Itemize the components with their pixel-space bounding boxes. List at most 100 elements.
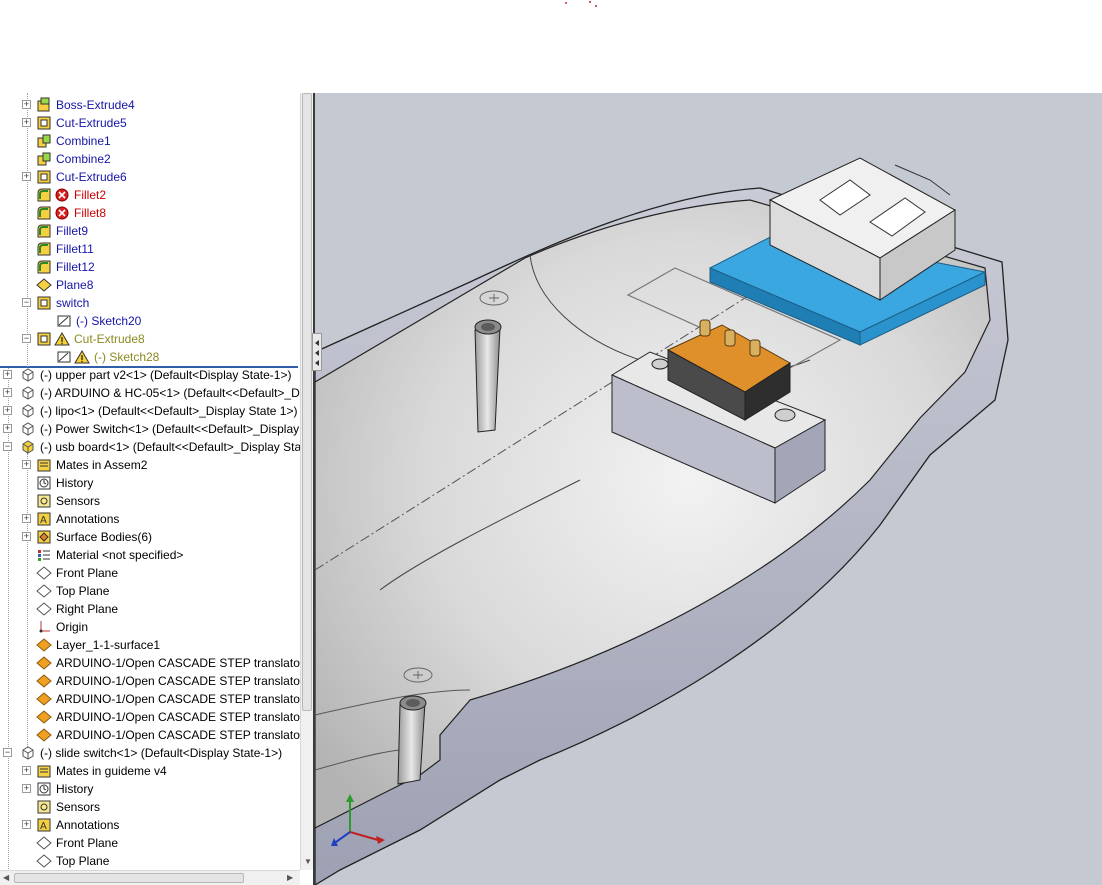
tree-row[interactable]: Sensors (0, 492, 300, 510)
horizontal-scrollbar[interactable]: ◀ ▶ (0, 870, 300, 885)
boss-extrude-icon (36, 97, 52, 113)
collapse-icon[interactable]: − (22, 298, 31, 307)
tree-row[interactable]: Fillet12 (0, 258, 300, 276)
ref-plane-icon (36, 853, 52, 869)
tree-row[interactable]: ARDUINO-1/Open CASCADE STEP translator 6 (0, 672, 300, 690)
expand-icon[interactable]: + (3, 406, 12, 415)
tree-row[interactable]: ARDUINO-1/Open CASCADE STEP translator 6 (0, 726, 300, 744)
collapse-icon[interactable]: − (3, 748, 12, 757)
tree-row[interactable]: ARDUINO-1/Open CASCADE STEP translator 6 (0, 708, 300, 726)
panel-collapse-tab[interactable] (312, 333, 322, 371)
expand-icon[interactable]: + (22, 766, 31, 775)
tree-row[interactable]: (-) Sketch28 (0, 348, 300, 366)
model-3d-view[interactable] (313, 93, 1102, 885)
graphics-viewport[interactable] (313, 93, 1102, 885)
tree-row-label: (-) lipo<1> (Default<<Default>_Display S… (40, 404, 298, 418)
tree-row-label: ARDUINO-1/Open CASCADE STEP translator 6 (56, 656, 300, 670)
tree-row[interactable]: + (-) Power Switch<1> (Default<<Default>_… (0, 420, 300, 438)
tree-row-label: (-) slide switch<1> (Default<Display Sta… (40, 746, 283, 760)
expand-icon[interactable]: + (22, 514, 31, 523)
expand-icon[interactable]: + (3, 388, 12, 397)
tree-row[interactable]: Layer_1-1-surface1 (0, 636, 300, 654)
sketch-icon (56, 349, 72, 365)
tree-row[interactable]: Origin (0, 618, 300, 636)
tree-row[interactable]: + History (0, 780, 300, 798)
tree-row[interactable]: Fillet8 (0, 204, 300, 222)
tree-row[interactable]: Right Plane (0, 600, 300, 618)
expand-icon[interactable]: + (22, 532, 31, 541)
tree-row-label: switch (56, 296, 90, 310)
sensors-icon (36, 799, 52, 815)
expand-icon[interactable]: + (22, 118, 31, 127)
tree-row[interactable]: Combine2 (0, 150, 300, 168)
expand-icon[interactable]: + (3, 370, 12, 379)
tree-row[interactable]: − (-) usb board<1> (Default<<Default>_Dis… (0, 438, 300, 456)
ref-plane-icon (36, 601, 52, 617)
cut-extrude-icon (36, 331, 52, 347)
tree-row-label: Layer_1-1-surface1 (56, 638, 161, 652)
mates-icon (36, 763, 52, 779)
ref-plane-icon (36, 835, 52, 851)
material-icon (36, 547, 52, 563)
expand-icon[interactable]: + (22, 460, 31, 469)
tree-row-label: Cut-Extrude8 (74, 332, 145, 346)
tree-row[interactable]: + Mates in guideme v4 (0, 762, 300, 780)
fillet-icon (36, 205, 52, 221)
tree-row[interactable]: Fillet9 (0, 222, 300, 240)
horizontal-scroll-thumb[interactable] (14, 873, 244, 883)
tree-row[interactable]: Top Plane (0, 852, 300, 870)
panel-splitter[interactable] (313, 93, 315, 885)
tree-row[interactable]: Fillet2 (0, 186, 300, 204)
toolbar-area (0, 0, 1102, 93)
tree-row[interactable]: − (-) slide switch<1> (Default<Display St… (0, 744, 300, 762)
scroll-left-arrow-icon[interactable]: ◀ (3, 873, 9, 883)
tree-row[interactable]: + (-) lipo<1> (Default<<Default>_Display … (0, 402, 300, 420)
expand-icon[interactable]: + (22, 820, 31, 829)
tree-row[interactable]: Sensors (0, 798, 300, 816)
svg-text:A: A (40, 515, 47, 526)
tree-row[interactable]: ARDUINO-1/Open CASCADE STEP translator 6 (0, 654, 300, 672)
tree-row[interactable]: + Boss-Extrude4 (0, 96, 300, 114)
collapse-icon[interactable]: − (3, 442, 12, 451)
scroll-down-arrow-icon[interactable]: ▼ (304, 857, 312, 867)
tree-row-label: Top Plane (56, 854, 110, 868)
scroll-right-arrow-icon[interactable]: ▶ (287, 873, 293, 883)
part-icon (20, 745, 36, 761)
tree-row[interactable]: + A Annotations (0, 816, 300, 834)
tree-row[interactable]: Front Plane (0, 834, 300, 852)
tree-row[interactable]: + A Annotations (0, 510, 300, 528)
tree-row-label: Fillet2 (74, 188, 107, 202)
tree-row[interactable]: Fillet11 (0, 240, 300, 258)
surface-icon (36, 655, 52, 671)
collapse-icon[interactable]: − (22, 334, 31, 343)
vertical-scroll-thumb[interactable] (302, 93, 312, 711)
tree-row[interactable]: + Mates in Assem2 (0, 456, 300, 474)
tree-row[interactable]: Material <not specified> (0, 546, 300, 564)
tree-row[interactable]: History (0, 474, 300, 492)
tree-row[interactable]: + Surface Bodies(6) (0, 528, 300, 546)
tree-row[interactable]: − switch (0, 294, 300, 312)
tree-row[interactable]: + Cut-Extrude6 (0, 168, 300, 186)
tree-row-label: Boss-Extrude4 (56, 98, 135, 112)
tree-row[interactable]: + (-) upper part v2<1> (Default<Display S… (0, 366, 300, 384)
tree-row-label: Origin (56, 620, 89, 634)
tree-row[interactable]: + Cut-Extrude5 (0, 114, 300, 132)
tree-row[interactable]: (-) Sketch20 (0, 312, 300, 330)
expand-icon[interactable]: + (3, 424, 12, 433)
tree-row[interactable]: Front Plane (0, 564, 300, 582)
tree-row-label: Fillet11 (56, 242, 94, 256)
expand-icon[interactable]: + (22, 784, 31, 793)
tree-row[interactable]: − Cut-Extrude8 (0, 330, 300, 348)
vertical-scrollbar[interactable]: ▼ (300, 93, 313, 870)
tree-row[interactable]: Combine1 (0, 132, 300, 150)
tree-row-label: Fillet8 (74, 206, 107, 220)
tree-row[interactable]: + (-) ARDUINO & HC-05<1> (Default<<Defaul… (0, 384, 300, 402)
expand-icon[interactable]: + (22, 172, 31, 181)
tree-row[interactable]: Top Plane (0, 582, 300, 600)
part-icon (20, 421, 36, 437)
origin-icon (36, 619, 52, 635)
tree-row[interactable]: ARDUINO-1/Open CASCADE STEP translator 6 (0, 690, 300, 708)
expand-icon[interactable]: + (22, 100, 31, 109)
fillet-icon (36, 187, 52, 203)
tree-row[interactable]: Plane8 (0, 276, 300, 294)
